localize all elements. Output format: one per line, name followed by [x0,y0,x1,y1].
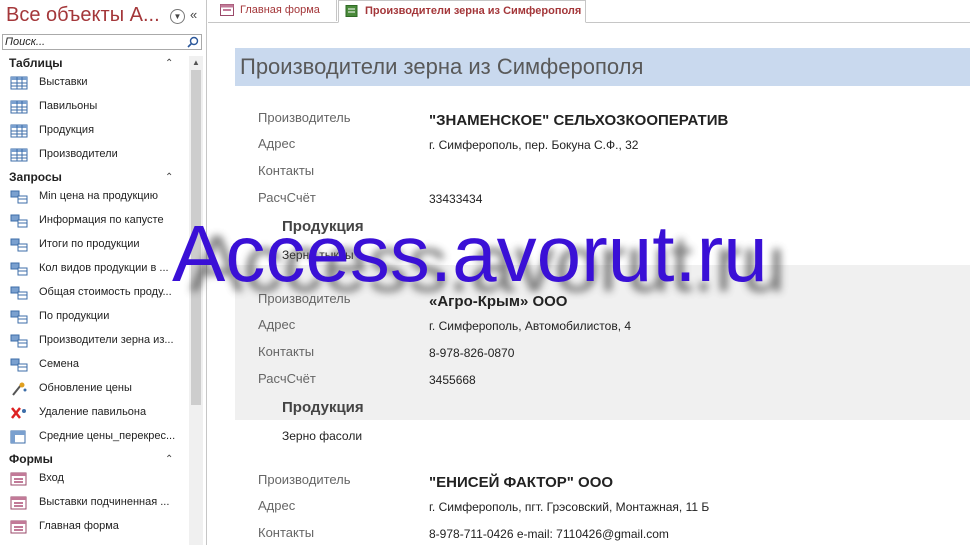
tab-report[interactable]: Производители зерна из Симферополя [338,0,586,23]
label-address: Адрес [258,498,296,513]
nav-item-label: По продукции [39,310,110,322]
nav-item-label: Главная форма [39,520,119,532]
label-contacts: Контакты [258,163,315,178]
nav-item-query[interactable]: Семена [10,356,188,376]
nav-item-label: Общая стоимость проду... [39,286,172,298]
label-address: Адрес [258,317,296,332]
nav-menu-chevron-icon[interactable]: ▼ [170,9,185,24]
query-icon [10,214,28,228]
tab-label: Главная форма [240,4,320,16]
nav-item-label: Удаление павильона [39,406,147,418]
nav-item-label: Средние цены_перекрес... [39,430,176,442]
table-icon [10,76,28,90]
report-title: Производители зерна из Симферополя [240,54,644,79]
form-icon [10,520,27,534]
label-account: РасчСчёт [258,371,316,386]
nav-item-label: Итоги по продукции [39,238,140,250]
query-icon [10,286,28,300]
query-icon [10,262,28,276]
search-icon[interactable] [187,36,199,48]
query-icon [10,190,28,204]
nav-item-label: Min цена на продукцию [39,190,158,202]
nav-item-form[interactable]: Главная форма [10,518,188,538]
label-account: РасчСчёт [258,190,316,205]
nav-item-form[interactable]: Вход [10,470,188,490]
label-contacts: Контакты [258,344,315,359]
nav-item-label: Продукция [39,124,95,136]
producer-name: "ЕНИСЕЙ ФАКТОР" ООО [429,474,614,491]
nav-item-label: Павильоны [39,100,98,112]
label-contacts: Контакты [258,525,315,540]
producer-contacts: 8-978-711-0426 e-mail: 7110426@gmail.com [429,527,669,541]
product-item: Зерно фасоли [282,429,363,443]
collapse-queries-icon[interactable]: ⌃ [165,172,173,183]
watermark-text: Access.avorut.ru [172,209,768,298]
nav-item-query[interactable]: Удаление павильона [10,404,188,424]
table-icon [10,148,28,162]
nav-item-query[interactable]: Обновление цены [10,380,188,400]
nav-item-label: Производители [39,148,118,160]
producer-account: 3455668 [429,373,476,387]
nav-item-table[interactable]: Выставки [10,74,188,94]
nav-item-query[interactable]: Информация по капусте [10,212,188,232]
label-products: Продукция [282,399,364,416]
search-box[interactable]: Поиск... [2,34,202,50]
label-producer: Производитель [258,472,351,487]
nav-item-label: Выставки подчиненная ... [39,496,170,508]
producer-address: г. Симферополь, пгт. Грэсовский, Монтажн… [429,500,710,514]
document-tab-bar: Главная форма Производители зерна из Сим… [208,0,970,23]
query-icon [10,358,28,372]
group-header-tables[interactable]: Таблицы [9,56,62,70]
nav-item-query[interactable]: Итоги по продукции [10,236,188,256]
report-header: Производители зерна из Симферополя [235,48,970,86]
nav-item-table[interactable]: Павильоны [10,98,188,118]
nav-item-label: Выставки [39,76,88,88]
nav-item-table[interactable]: Производители [10,146,188,166]
search-input[interactable]: Поиск... [5,35,45,50]
query-icon [10,310,28,324]
nav-item-query[interactable]: Производители зерна из... [10,332,188,352]
collapse-forms-icon[interactable]: ⌃ [165,454,173,465]
producer-account: 33433434 [429,192,483,206]
label-address: Адрес [258,136,296,151]
producer-address: г. Симферополь, Автомобилистов, 4 [429,319,632,333]
shutter-bar-collapse-icon[interactable]: « [190,7,197,22]
producer-name: "ЗНАМЕНСКОЕ" СЕЛЬХОЗКООПЕРАТИВ [429,112,729,129]
nav-item-query[interactable]: Средние цены_перекрес... [10,428,188,448]
query-icon [10,238,28,252]
tab-label: Производители зерна из Симферополя [365,5,582,17]
scroll-up-icon[interactable]: ▲ [189,58,203,67]
nav-item-label: Обновление цены [39,382,132,394]
table-icon [10,124,28,138]
delete-query-icon [11,407,26,419]
nav-item-query[interactable]: По продукции [10,308,188,328]
nav-item-table[interactable]: Продукция [10,122,188,142]
form-icon [10,472,27,486]
form-icon [220,4,234,16]
label-producer: Производитель [258,110,351,125]
report-icon [345,5,358,17]
table-icon [10,100,28,114]
nav-pane-title[interactable]: Все объекты А... [6,4,160,27]
nav-item-label: Вход [39,472,64,484]
query-icon [10,334,28,348]
nav-item-form[interactable]: Выставки подчиненная ... [10,494,188,514]
form-icon [10,496,27,510]
update-query-icon [12,382,27,396]
nav-item-label: Семена [39,358,79,370]
nav-item-label: Производители зерна из... [39,334,174,346]
group-header-queries[interactable]: Запросы [9,170,62,184]
nav-item-query[interactable]: Min цена на продукцию [10,188,188,208]
nav-item-label: Кол видов продукции в ... [39,262,169,274]
nav-item-query[interactable]: Кол видов продукции в ... [10,260,188,280]
crosstab-query-icon [10,430,26,444]
producer-address: г. Симферополь, пер. Бокуна С.Ф., 32 [429,138,639,152]
nav-item-label: Информация по капусте [39,214,164,226]
group-header-forms[interactable]: Формы [9,452,53,466]
nav-item-query[interactable]: Общая стоимость проду... [10,284,188,304]
collapse-tables-icon[interactable]: ⌃ [165,58,173,69]
tab-main-form[interactable]: Главная форма [214,0,337,21]
producer-contacts: 8-978-826-0870 [429,346,515,360]
